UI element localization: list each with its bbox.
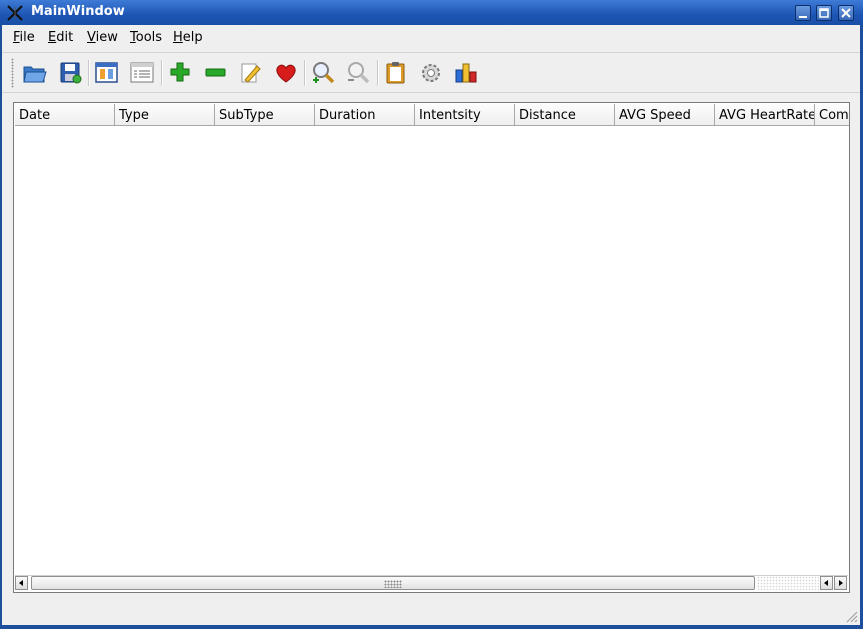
column-header-intensity[interactable]: Intentsity <box>415 104 515 126</box>
window-title: MainWindow <box>31 4 125 19</box>
menu-tools[interactable]: Tools <box>130 30 162 45</box>
workouts-table[interactable]: Date Type SubType Duration Intentsity Di… <box>13 102 850 593</box>
menu-edit[interactable]: Edit <box>48 30 73 45</box>
toolbar-separator <box>304 60 306 86</box>
heart-rate-button[interactable] <box>273 60 299 86</box>
column-header-avg-speed[interactable]: AVG Speed <box>615 104 715 126</box>
scrollbar-track[interactable] <box>757 576 819 590</box>
toolbar-separator <box>377 60 379 86</box>
toolbar-separator <box>88 60 90 86</box>
main-window: MainWindow File Edit View Tools Help Dat… <box>0 0 863 629</box>
calendar-view-icon <box>95 62 118 83</box>
column-header-avg-heartrate[interactable]: AVG HeartRate <box>715 104 815 126</box>
menu-file[interactable]: File <box>13 30 35 45</box>
scroll-left-button[interactable] <box>15 576 28 590</box>
client-area: File Edit View Tools Help Date Type SubT… <box>2 25 860 625</box>
column-header-subtype[interactable]: SubType <box>215 104 315 126</box>
close-button[interactable] <box>838 5 854 21</box>
column-header-comment[interactable]: Comm <box>815 104 849 126</box>
clipboard-icon <box>386 62 405 84</box>
clipboard-button[interactable] <box>383 60 409 86</box>
minimize-button[interactable] <box>795 5 811 21</box>
menu-help[interactable]: Help <box>173 30 203 45</box>
close-icon <box>841 8 851 18</box>
toolbar <box>2 54 860 92</box>
maximize-button[interactable] <box>816 5 832 21</box>
edit-icon <box>241 63 261 83</box>
zoom-in-icon <box>313 62 335 84</box>
settings-gear-icon <box>422 64 440 82</box>
toolbar-divider <box>2 92 860 93</box>
menu-view[interactable]: View <box>87 30 118 45</box>
remove-icon <box>205 68 226 77</box>
open-button[interactable] <box>22 60 48 86</box>
column-header-date[interactable]: Date <box>15 104 115 126</box>
arrow-right-icon <box>839 580 843 586</box>
status-bar <box>2 598 860 625</box>
zoom-out-icon <box>348 62 370 84</box>
maximize-icon <box>819 8 829 18</box>
column-header-distance[interactable]: Distance <box>515 104 615 126</box>
list-view-icon <box>130 62 154 83</box>
settings-button[interactable] <box>418 60 444 86</box>
app-icon <box>7 5 23 21</box>
arrow-left-icon <box>19 580 23 586</box>
menu-divider <box>2 52 860 53</box>
table-header: Date Type SubType Duration Intentsity Di… <box>15 104 849 127</box>
remove-button[interactable] <box>203 60 229 86</box>
title-bar[interactable]: MainWindow <box>0 0 863 25</box>
add-icon <box>170 62 190 82</box>
resize-grip-icon[interactable] <box>846 611 858 623</box>
scroll-right-button[interactable] <box>834 576 847 590</box>
heart-icon <box>276 64 296 83</box>
arrow-left-icon <box>824 580 828 586</box>
toolbar-separator <box>161 60 163 86</box>
statistics-button[interactable] <box>453 60 479 86</box>
list-view-button[interactable] <box>129 60 155 86</box>
zoom-in-button[interactable] <box>310 60 336 86</box>
add-button[interactable] <box>168 60 194 86</box>
calendar-view-button[interactable] <box>94 60 120 86</box>
column-header-duration[interactable]: Duration <box>315 104 415 126</box>
save-button[interactable] <box>58 60 84 86</box>
zoom-out-button[interactable] <box>345 60 371 86</box>
open-folder-icon <box>23 66 47 83</box>
menu-bar: File Edit View Tools Help <box>2 25 860 52</box>
scrollbar-grip <box>384 580 402 588</box>
save-icon <box>60 62 82 84</box>
horizontal-scrollbar[interactable] <box>15 575 848 591</box>
toolbar-grip[interactable] <box>11 58 14 88</box>
statistics-icon <box>455 63 477 83</box>
minimize-icon <box>799 16 807 18</box>
edit-button[interactable] <box>237 60 263 86</box>
scrollbar-thumb[interactable] <box>31 576 755 590</box>
scroll-left-button-2[interactable] <box>820 576 833 590</box>
column-header-type[interactable]: Type <box>115 104 215 126</box>
